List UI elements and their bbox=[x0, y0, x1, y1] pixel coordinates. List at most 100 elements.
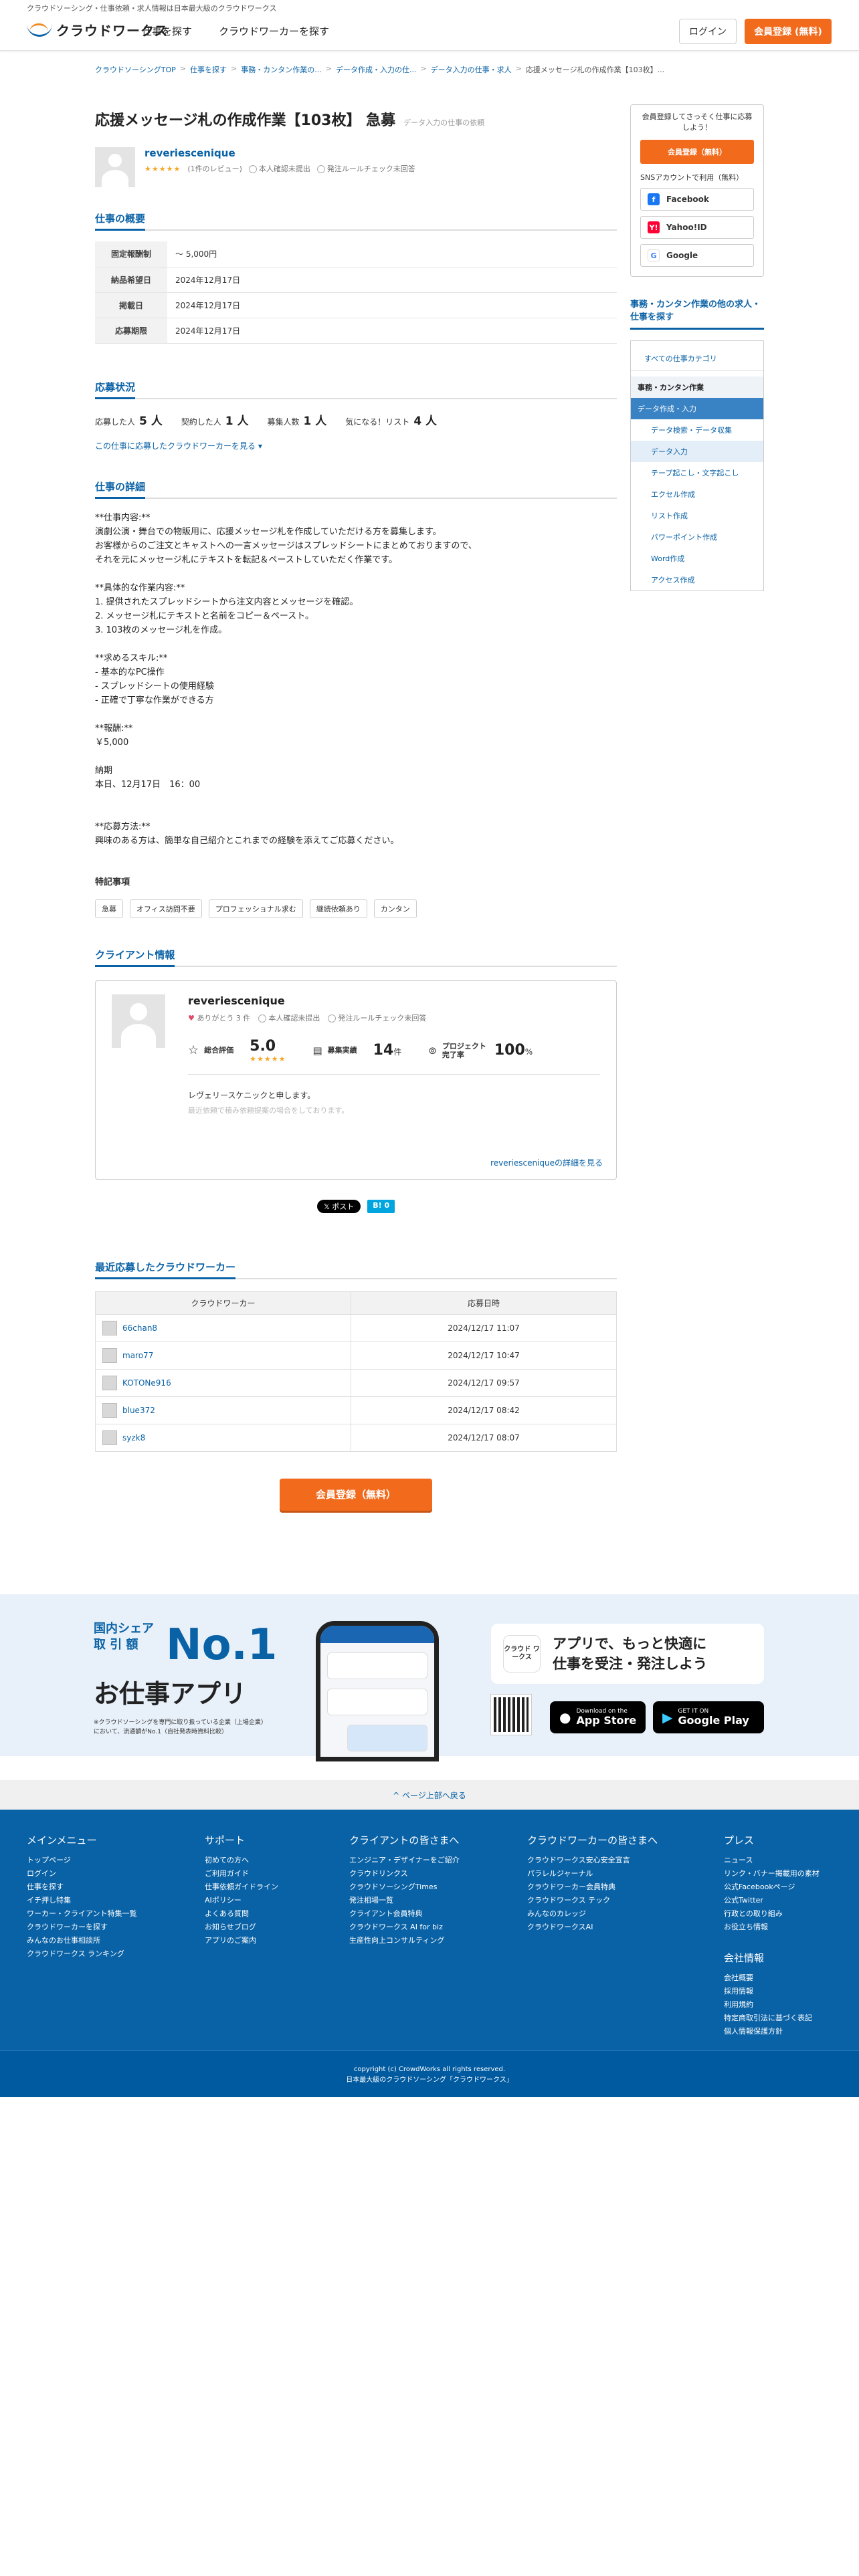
footer-link[interactable]: クラウドリンクス bbox=[349, 1867, 460, 1881]
footer-link[interactable]: ログイン bbox=[27, 1867, 137, 1881]
footer-link[interactable]: 採用情報 bbox=[724, 1985, 812, 1998]
worker-avatar[interactable] bbox=[102, 1320, 117, 1335]
client-name-link[interactable]: reveriescenique bbox=[145, 147, 415, 159]
footer-link[interactable]: 利用規約 bbox=[724, 1998, 812, 2012]
footer-link[interactable]: 個人情報保護方針 bbox=[724, 2025, 812, 2038]
view-applicants-link[interactable]: この仕事に応募したクラウドワーカーを見る ▾ bbox=[95, 440, 617, 451]
client-name[interactable]: reveriescenique bbox=[188, 994, 600, 1007]
login-button[interactable]: ログイン bbox=[679, 19, 737, 44]
clipboard-icon: ▤ bbox=[312, 1044, 322, 1057]
footer-link[interactable]: よくある質問 bbox=[205, 1907, 278, 1921]
x-post-button[interactable]: 𝕏 ポスト bbox=[316, 1199, 361, 1213]
category-item[interactable]: テープ起こし・文字起こし bbox=[631, 462, 763, 484]
google-play-button[interactable]: ▶ GET IT ON Google Play bbox=[653, 1701, 764, 1733]
breadcrumb-item[interactable]: クラウドソーシングTOP bbox=[95, 64, 176, 75]
footer-link[interactable]: クラウドワークスAI bbox=[527, 1921, 658, 1934]
footer-link[interactable]: クラウドワーカー会員特典 bbox=[527, 1881, 658, 1894]
yahoo-icon: Y! bbox=[648, 221, 660, 233]
worker-avatar[interactable] bbox=[102, 1430, 117, 1445]
tag[interactable]: オフィス訪問不要 bbox=[130, 899, 202, 918]
footer-link[interactable]: 公式Twitter bbox=[724, 1894, 820, 1907]
tag[interactable]: カンタン bbox=[373, 899, 417, 918]
sns-label: SNSアカウントで利用（無料） bbox=[640, 173, 744, 182]
footer-link[interactable]: ニュース bbox=[724, 1854, 820, 1867]
footer-link[interactable]: クラウドワークス テック bbox=[527, 1894, 658, 1907]
category-item[interactable]: パワーポイント作成 bbox=[631, 526, 763, 548]
footer-link[interactable]: トップページ bbox=[27, 1854, 137, 1867]
footer-link[interactable]: クライアント会員特典 bbox=[349, 1907, 460, 1921]
client-detail-link[interactable]: reveriesceniqueの詳細を見る bbox=[490, 1157, 603, 1168]
hatena-bookmark-button[interactable]: B! 0 bbox=[367, 1199, 395, 1213]
avatar[interactable] bbox=[95, 147, 135, 187]
worker-link[interactable]: KOTONe916 bbox=[122, 1378, 171, 1388]
worker-link[interactable]: 66chan8 bbox=[122, 1323, 157, 1333]
footer-link[interactable]: クラウドワークス AI for biz bbox=[349, 1921, 460, 1934]
heart-icon: ♥ bbox=[188, 1013, 195, 1023]
footer-link[interactable]: みんなのお仕事相談所 bbox=[27, 1934, 137, 1947]
footer-link[interactable]: エンジニア・デザイナーをご紹介 bbox=[349, 1854, 460, 1867]
footer-link[interactable]: 生産性向上コンサルティング bbox=[349, 1934, 460, 1947]
footer-link[interactable]: 初めての方へ bbox=[205, 1854, 278, 1867]
footer-link[interactable]: お知らせブログ bbox=[205, 1921, 278, 1934]
back-to-top-link[interactable]: ^ ページ上部へ戻る bbox=[0, 1780, 859, 1810]
footer-link[interactable]: アプリのご案内 bbox=[205, 1934, 278, 1947]
footer-link[interactable]: ご利用ガイド bbox=[205, 1867, 278, 1881]
category-item[interactable]: データ検索・データ収集 bbox=[631, 419, 763, 441]
category-parent[interactable]: 事務・カンタン作業 bbox=[631, 377, 763, 398]
breadcrumb-item[interactable]: データ入力の仕事・求人 bbox=[431, 64, 512, 75]
signup-cta-button[interactable]: 会員登録（無料） bbox=[280, 1478, 432, 1511]
footer-link[interactable]: 仕事依頼ガイドライン bbox=[205, 1881, 278, 1894]
handshake-icon: ⊚ bbox=[428, 1044, 437, 1057]
footer-link[interactable]: イチ押し特集 bbox=[27, 1894, 137, 1907]
google-login-button[interactable]: G Google bbox=[640, 244, 754, 267]
footer-link[interactable]: 発注相場一覧 bbox=[349, 1894, 460, 1907]
footer-bottom: copyright (c) CrowdWorks all rights rese… bbox=[0, 2050, 859, 2097]
category-list: すべての仕事カテゴリ 事務・カンタン作業 データ作成・入力 データ検索・データ収… bbox=[630, 340, 764, 591]
breadcrumb-item[interactable]: 仕事を探す bbox=[190, 64, 227, 75]
footer-link[interactable]: クラウドワーカーを探す bbox=[27, 1921, 137, 1934]
category-item[interactable]: エクセル作成 bbox=[631, 484, 763, 505]
avatar[interactable] bbox=[112, 994, 165, 1048]
worker-avatar[interactable] bbox=[102, 1402, 117, 1418]
facebook-login-button[interactable]: f Facebook bbox=[640, 188, 754, 211]
category-item[interactable]: リスト作成 bbox=[631, 505, 763, 526]
footer-link[interactable]: クラウドワークス ランキング bbox=[27, 1947, 137, 1961]
footer-link[interactable]: 会社概要 bbox=[724, 1971, 812, 1985]
worker-avatar[interactable] bbox=[102, 1375, 117, 1390]
footer-link[interactable]: 仕事を探す bbox=[27, 1881, 137, 1894]
category-item[interactable]: Word作成 bbox=[631, 548, 763, 569]
page-subtitle: データ入力の仕事の依頼 bbox=[403, 118, 485, 127]
yahoo-login-button[interactable]: Y! Yahoo!ID bbox=[640, 216, 754, 239]
tag[interactable]: 急募 bbox=[95, 899, 123, 918]
worker-link[interactable]: maro77 bbox=[122, 1351, 153, 1360]
category-item[interactable]: アクセス作成 bbox=[631, 569, 763, 591]
footer-link[interactable]: リンク・バナー掲載用の素材 bbox=[724, 1867, 820, 1881]
footer-link[interactable]: パラレルジャーナル bbox=[527, 1867, 658, 1881]
footer-link[interactable]: クラウドソーシングTimes bbox=[349, 1881, 460, 1894]
nav-find-workers[interactable]: クラウドワーカーを探す bbox=[219, 24, 329, 38]
footer-link[interactable]: 行政との取り組み bbox=[724, 1907, 820, 1921]
category-item-selected[interactable]: データ入力 bbox=[631, 441, 763, 462]
worker-link[interactable]: syzk8 bbox=[122, 1433, 145, 1442]
worker-avatar[interactable] bbox=[102, 1348, 117, 1363]
footer-link[interactable]: クラウドワークス安心安全宣言 bbox=[527, 1854, 658, 1867]
sidebar-signup-button[interactable]: 会員登録（無料） bbox=[640, 140, 754, 164]
category-active[interactable]: データ作成・入力 bbox=[631, 398, 763, 419]
tag[interactable]: 継続依頼あり bbox=[309, 899, 367, 918]
rule-check-icon bbox=[328, 1014, 337, 1023]
footer-link[interactable]: ワーカー・クライアント特集一覧 bbox=[27, 1907, 137, 1921]
footer-link[interactable]: みんなのカレッジ bbox=[527, 1907, 658, 1921]
nav-find-jobs[interactable]: 仕事を探す bbox=[142, 24, 192, 38]
footer-link[interactable]: 特定商取引法に基づく表記 bbox=[724, 2012, 812, 2025]
breadcrumb-item[interactable]: データ作成・入力の仕... bbox=[336, 64, 417, 75]
footer-link[interactable]: 公式Facebookページ bbox=[724, 1881, 820, 1894]
footer-link[interactable]: お役立ち情報 bbox=[724, 1921, 820, 1934]
category-all-link[interactable]: すべての仕事カテゴリ bbox=[631, 346, 763, 371]
tag[interactable]: プロフェッショナル求む bbox=[208, 899, 303, 918]
app-store-button[interactable]: ● Download on the App Store bbox=[550, 1701, 646, 1733]
signup-button[interactable]: 会員登録 (無料) bbox=[745, 19, 832, 44]
footer-link[interactable]: AIポリシー bbox=[205, 1894, 278, 1907]
breadcrumb-item[interactable]: 事務・カンタン作業の... bbox=[241, 64, 322, 75]
review-count[interactable]: (1件のレビュー) bbox=[187, 163, 242, 174]
worker-link[interactable]: blue372 bbox=[122, 1406, 155, 1415]
